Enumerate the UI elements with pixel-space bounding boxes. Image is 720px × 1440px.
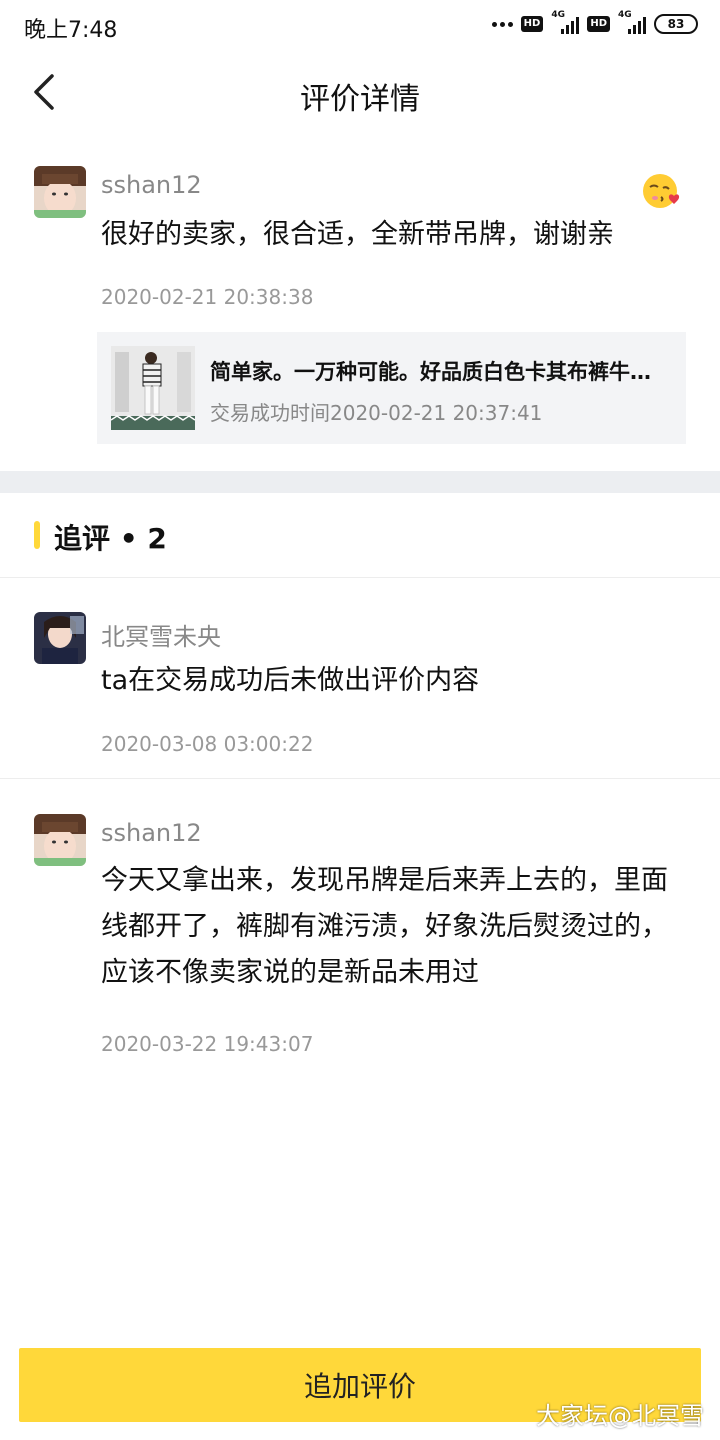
product-trade-time: 交易成功时间2020-02-21 20:37:41: [210, 401, 543, 425]
followup-header: 追评 • 2: [0, 493, 720, 578]
followup-content: ta在交易成功后未做出评价内容: [101, 665, 480, 696]
avatar[interactable]: [34, 612, 86, 664]
product-title: 简单家。一万种可能。好品质白色卡其布裤牛仔裤: [210, 360, 670, 384]
status-bar: 晚上7:48 HD 4G HD 4G 83: [0, 0, 720, 52]
signal-icon: 4G: [551, 10, 580, 34]
page-title: 评价详情: [300, 82, 420, 117]
kiss-emoji-icon: [641, 170, 683, 212]
watermark: 大家坛@北冥雪: [536, 1402, 704, 1430]
signal-icon: 4G: [618, 10, 646, 34]
username[interactable]: sshan12: [101, 819, 202, 847]
status-icons: HD 4G HD 4G 83: [491, 10, 698, 34]
followup-content: 今天又拿出来，发现吊牌是后来弄上去的，里面线都开了，裤脚有滩污渍，好象洗后熨烫过…: [101, 865, 668, 988]
product-card[interactable]: 简单家。一万种可能。好品质白色卡其布裤牛仔裤 交易成功时间2020-02-21 …: [97, 332, 686, 444]
avatar[interactable]: [34, 166, 86, 218]
row-divider: [0, 778, 720, 779]
status-time: 晚上7:48: [24, 18, 118, 43]
review-time: 2020-02-21 20:38:38: [101, 285, 314, 309]
product-thumbnail: [111, 346, 195, 430]
username[interactable]: sshan12: [101, 171, 202, 199]
followup-time: 2020-03-22 19:43:07: [101, 1032, 314, 1056]
username[interactable]: 北冥雪未央: [101, 617, 221, 652]
hd-badge: HD: [587, 16, 610, 32]
nav-bar: 评价详情: [0, 52, 720, 132]
hd-badge: HD: [520, 16, 544, 32]
review-content: 很好的卖家，很合适，全新带吊牌，谢谢亲: [101, 219, 614, 250]
section-accent-bar: [34, 521, 40, 549]
followup-title: 追评 • 2: [54, 522, 167, 555]
battery-icon: 83: [654, 14, 698, 34]
section-divider: [0, 471, 720, 493]
avatar[interactable]: [34, 814, 86, 866]
more-dots-icon: [491, 21, 513, 27]
followup-time: 2020-03-08 03:00:22: [101, 732, 314, 756]
